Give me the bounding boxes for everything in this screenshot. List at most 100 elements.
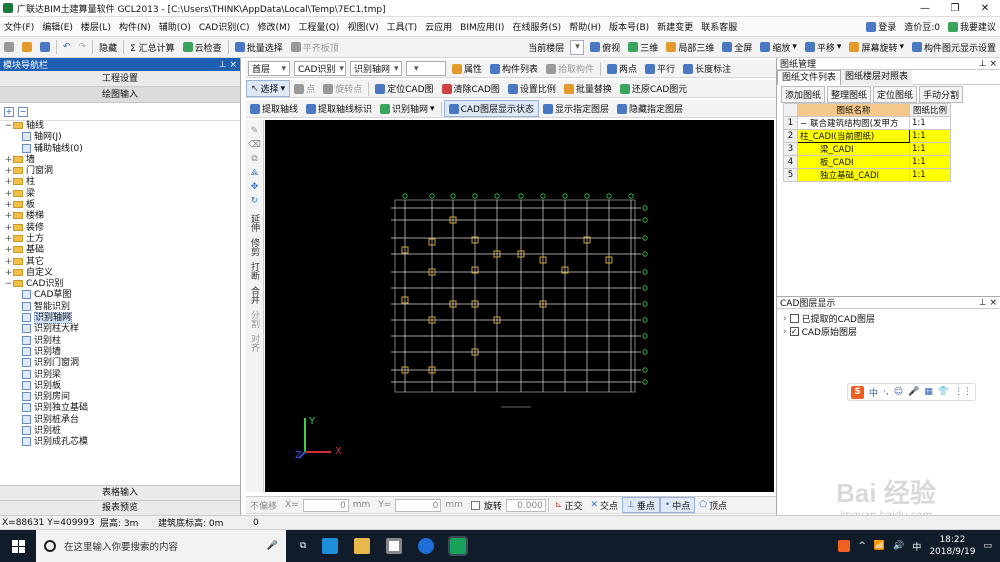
recognize-axis-grid-button[interactable]: 识别轴网 ▾ — [376, 100, 439, 117]
delete-icon[interactable]: ⌫ — [248, 140, 261, 150]
recognize-mode-combo[interactable]: 识别轴网 — [350, 61, 402, 76]
minimize-button[interactable]: — — [910, 3, 940, 14]
suggest-button[interactable]: 我要建议 — [944, 17, 1000, 36]
view-local-3d-button[interactable]: 局部三维 — [662, 37, 718, 57]
ime-chinese-icon[interactable]: 中 — [869, 386, 878, 399]
tree-toggle-icon[interactable]: + — [4, 268, 13, 279]
clear-cad-button[interactable]: 清除CAD图 — [438, 80, 504, 97]
drawing-row[interactable]: 4 板_CADI 1:1 — [783, 155, 951, 169]
drawing-row[interactable]: 3 梁_CADI 1:1 — [783, 142, 951, 156]
pencil-icon[interactable]: ✎ — [251, 126, 259, 136]
expand-all-icon[interactable]: + — [4, 106, 14, 117]
maximize-button[interactable]: ❐ — [940, 3, 970, 14]
cloud-check-button[interactable]: 云检查 — [179, 37, 226, 57]
ime-voice-icon[interactable]: 🎤 — [908, 387, 919, 397]
draw-input-button[interactable]: 绘图输入 — [0, 87, 240, 103]
nav-tree-item[interactable]: + 其它 — [4, 257, 240, 268]
parallel-button[interactable]: 平行 — [641, 60, 679, 77]
view-3d-button[interactable]: 三维 — [624, 37, 662, 57]
ime-skin-icon[interactable]: 👕 — [938, 387, 949, 397]
cad-drawing[interactable] — [265, 120, 774, 492]
menu-item-14[interactable]: 版本号(B) — [605, 17, 653, 36]
vertical-tool-4[interactable]: 分割 — [248, 310, 261, 328]
nav-panel-pin-close[interactable]: ⊥ × — [219, 60, 237, 70]
login-button[interactable]: 登录 — [862, 17, 900, 36]
nav-tree-item[interactable]: 识别板 — [4, 380, 240, 392]
task-view-icon[interactable]: ⧉ — [300, 541, 306, 551]
batch-replace-button[interactable]: 批量替换 — [560, 80, 616, 97]
menu-item-15[interactable]: 新建变更 — [653, 17, 697, 36]
table-input-button[interactable]: 表格输入 — [0, 485, 240, 500]
layer-item[interactable]: › 已提取的CAD图层 — [783, 312, 994, 326]
two-points-button[interactable]: 两点 — [603, 60, 641, 77]
menu-item-1[interactable]: 编辑(E) — [38, 17, 77, 36]
nav-tree-item[interactable]: 识别梁 — [4, 369, 240, 381]
nav-tree-item[interactable]: 识别轴网 — [4, 312, 240, 325]
tree-toggle-icon[interactable]: + — [4, 155, 13, 166]
vertical-tool-2[interactable]: 打断 — [248, 262, 261, 280]
ime-keyboard-icon[interactable]: ▦ — [924, 387, 933, 397]
align-slab-top-button[interactable]: 平齐板顶 — [287, 37, 343, 57]
mail-icon[interactable] — [386, 538, 403, 554]
nav-tree-item[interactable]: + 自定义 — [4, 268, 240, 279]
copy-icon[interactable]: ⧉ — [251, 154, 257, 164]
layer-panel-pin-close[interactable]: ⊥ × — [979, 298, 997, 308]
nav-tree-item[interactable]: 识别独立基础 — [4, 403, 240, 414]
hide-button[interactable]: 隐藏 — [95, 37, 121, 57]
layer-checkbox[interactable]: ✓ — [789, 327, 799, 336]
rotate-checkbox[interactable] — [470, 500, 480, 510]
nav-tree-item[interactable]: 识别门窗洞 — [4, 358, 240, 369]
sogou-tray-icon[interactable] — [838, 540, 851, 552]
vertical-tool-5[interactable]: 对齐 — [248, 334, 261, 352]
microphone-icon[interactable]: 🎤 — [267, 541, 278, 551]
menu-item-13[interactable]: 帮助(H) — [565, 17, 605, 36]
nav-tree-item[interactable]: + 装修 — [4, 223, 240, 234]
add-drawing-button[interactable]: 添加图纸 — [781, 85, 826, 103]
vertical-tool-0[interactable]: 延伸 — [248, 214, 261, 232]
restore-cad-button[interactable]: 还原CAD图元 — [616, 80, 691, 97]
ime-menu-icon[interactable]: ⋮⋮ — [954, 387, 972, 397]
edge-icon[interactable] — [418, 538, 435, 554]
drawing-row[interactable]: 1− 联合建筑结构图(发甲方 1:1 — [783, 116, 951, 130]
nav-tree-item[interactable]: + 梁 — [4, 189, 240, 200]
ime-language[interactable]: 中 — [912, 540, 921, 553]
menu-item-5[interactable]: CAD识别(C) — [195, 17, 254, 36]
y-input[interactable]: 0 — [395, 498, 442, 512]
cad-canvas[interactable]: Y X Z — [265, 120, 774, 492]
menu-item-3[interactable]: 构件(N) — [115, 17, 155, 36]
locate-drawing-button[interactable]: 定位图纸 — [873, 85, 918, 103]
glodon-taskbar-icon[interactable] — [448, 536, 469, 556]
project-settings-button[interactable]: 工程设置 — [0, 71, 240, 87]
snap-orthogonal[interactable]: ⊾ 正交 — [551, 497, 587, 513]
snap-perpendicular[interactable]: ⊥ 垂点 — [622, 497, 660, 513]
rotate-input[interactable]: 0.000 — [505, 498, 546, 512]
snap-vertex[interactable]: ⬠ 顶点 — [695, 497, 731, 513]
nav-tree-item[interactable]: 识别墙 — [4, 346, 240, 358]
nav-tree-item[interactable]: + 土方 — [4, 234, 240, 245]
select-button[interactable]: ↖ 选择 ▾ — [246, 80, 291, 97]
move-icon[interactable]: ✥ — [251, 182, 259, 192]
nav-tree-item[interactable]: 识别成孔芯模 — [4, 437, 240, 448]
tree-toggle-icon[interactable]: + — [4, 234, 13, 245]
notification-icon[interactable]: ▭ — [983, 541, 992, 551]
tree-toggle-icon[interactable]: − — [4, 279, 13, 290]
pan-button[interactable]: 平移 ▾ — [801, 37, 846, 57]
hide-layer-button[interactable]: 隐藏指定图层 — [613, 100, 687, 117]
mirror-icon[interactable]: ⟁ — [250, 168, 258, 178]
screen-rotate-button[interactable]: 屏幕旋转 ▾ — [845, 37, 908, 57]
extract-axis-button[interactable]: 提取轴线 — [246, 100, 302, 117]
nav-tree-item[interactable]: + 柱 — [4, 177, 240, 188]
offset-select[interactable]: 不偏移 — [246, 497, 281, 513]
tree-toggle-icon[interactable]: + — [4, 189, 13, 200]
tab-floor-mapping[interactable]: 图纸楼层对照表 — [841, 69, 913, 85]
collapse-all-icon[interactable]: − — [18, 106, 28, 117]
nav-tree-item[interactable]: + 楼梯 — [4, 211, 240, 222]
fullscreen-button[interactable]: 全屏 — [718, 37, 756, 57]
organize-drawing-button[interactable]: 整理图纸 — [827, 85, 872, 103]
drawing-panel-pin-close[interactable]: ⊥ × — [979, 59, 997, 69]
drawing-row[interactable]: 5 独立基础_CADI 1:1 — [783, 168, 951, 182]
tree-toggle-icon[interactable]: + — [4, 211, 13, 222]
nav-tree-item[interactable]: − CAD识别 — [4, 279, 240, 290]
view-top-button[interactable]: 俯视 — [586, 37, 624, 57]
summary-calc-button[interactable]: Σ 汇总计算 — [126, 37, 179, 57]
